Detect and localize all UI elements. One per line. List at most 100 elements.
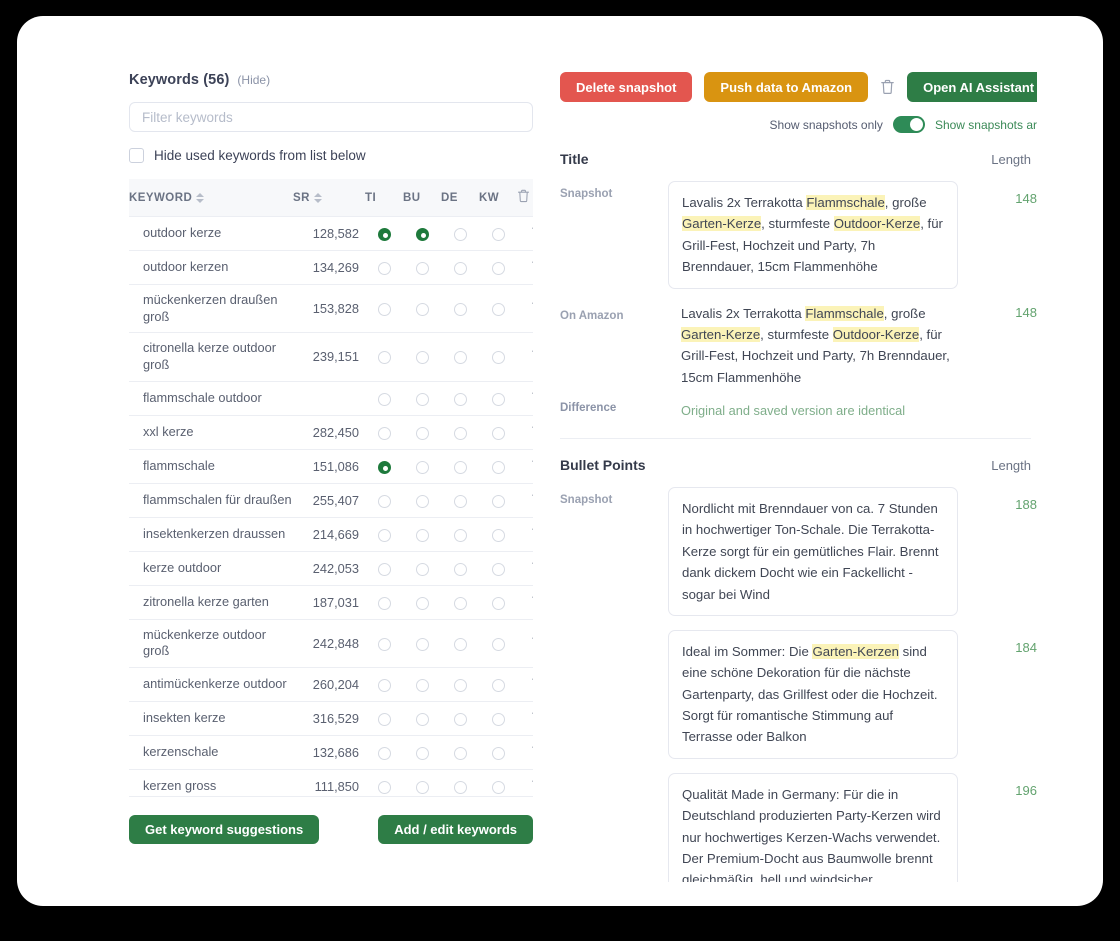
kw-cell[interactable] <box>479 735 517 770</box>
bu-cell[interactable] <box>403 517 441 552</box>
ti-cell[interactable] <box>365 517 403 552</box>
delete-row-cell[interactable] <box>517 449 533 484</box>
de-cell[interactable] <box>441 381 479 416</box>
table-row[interactable]: kerzenschale 132,686 <box>129 735 534 770</box>
delete-row-button[interactable] <box>531 635 534 652</box>
bu-radio[interactable] <box>415 596 429 610</box>
delete-row-button[interactable] <box>531 676 534 693</box>
de-cell[interactable] <box>441 517 479 552</box>
delete-row-cell[interactable] <box>517 216 534 251</box>
de-cell[interactable] <box>441 483 479 518</box>
kw-cell[interactable] <box>479 551 517 586</box>
de-cell[interactable] <box>441 415 479 450</box>
trash-icon[interactable] <box>531 744 534 758</box>
bu-radio[interactable] <box>415 746 429 760</box>
delete-row-button[interactable] <box>531 710 533 727</box>
kw-radio[interactable] <box>491 780 505 794</box>
de-radio[interactable] <box>453 528 467 542</box>
de-cell[interactable] <box>441 619 479 668</box>
bu-cell[interactable] <box>403 415 441 450</box>
bu-radio[interactable] <box>415 528 429 542</box>
trash-icon[interactable] <box>531 390 534 404</box>
kw-cell[interactable] <box>479 381 517 416</box>
bu-radio[interactable] <box>415 392 429 406</box>
de-radio[interactable] <box>453 637 467 651</box>
add-edit-keywords-button[interactable]: Add / edit keywords <box>378 815 533 844</box>
kw-cell[interactable] <box>479 619 517 668</box>
kw-radio[interactable] <box>491 460 505 474</box>
delete-row-button[interactable] <box>531 390 534 407</box>
bullet-point-text[interactable]: Ideal im Sommer: Die Garten-Kerzen sind … <box>668 629 958 759</box>
kw-cell[interactable] <box>479 449 517 484</box>
delete-row-cell[interactable] <box>517 701 533 736</box>
filter-keywords-input[interactable] <box>129 102 533 132</box>
table-row[interactable]: insektenkerzen draussen 214,669 <box>129 517 533 552</box>
de-cell[interactable] <box>441 667 479 702</box>
de-cell[interactable] <box>441 735 479 770</box>
delete-row-cell[interactable] <box>517 381 534 416</box>
bu-radio[interactable] <box>415 303 429 317</box>
bu-radio[interactable] <box>415 494 429 508</box>
delete-row-cell[interactable] <box>517 735 534 770</box>
delete-row-cell[interactable] <box>517 284 534 334</box>
trash-icon[interactable] <box>531 300 534 314</box>
ti-cell[interactable] <box>365 619 403 668</box>
bu-cell[interactable] <box>403 483 441 518</box>
bu-cell[interactable] <box>403 381 441 416</box>
column-delete-all[interactable] <box>517 179 533 217</box>
de-cell[interactable] <box>441 250 479 285</box>
trash-icon[interactable] <box>531 259 534 273</box>
trash-icon[interactable] <box>531 560 534 574</box>
keywords-table-scroll[interactable]: KEYWORD SR TI BU DE KW outdoor kerze 128… <box>129 179 533 797</box>
kw-cell[interactable] <box>479 585 517 620</box>
de-cell[interactable] <box>441 332 479 382</box>
bu-radio[interactable] <box>415 780 429 794</box>
ti-cell[interactable] <box>365 769 403 796</box>
trash-icon[interactable] <box>531 635 534 649</box>
ti-cell[interactable] <box>365 284 403 334</box>
kw-radio[interactable] <box>491 712 505 726</box>
trash-icon[interactable] <box>531 225 534 239</box>
ti-cell[interactable] <box>365 216 403 251</box>
delete-icon-button[interactable] <box>880 79 895 95</box>
ti-radio[interactable] <box>377 596 391 610</box>
ti-radio[interactable] <box>377 460 391 474</box>
de-cell[interactable] <box>441 284 479 334</box>
hide-used-keywords-row[interactable]: Hide used keywords from list below <box>129 148 533 163</box>
ti-cell[interactable] <box>365 483 403 518</box>
de-radio[interactable] <box>453 780 467 794</box>
bu-radio[interactable] <box>415 262 429 276</box>
column-keyword[interactable]: KEYWORD <box>129 179 293 217</box>
de-cell[interactable] <box>441 701 479 736</box>
de-cell[interactable] <box>441 585 479 620</box>
ti-cell[interactable] <box>365 701 403 736</box>
table-row[interactable]: mückenkerzen draußen groß 153,828 <box>129 284 534 334</box>
bu-cell[interactable] <box>403 551 441 586</box>
ti-cell[interactable] <box>365 551 403 586</box>
ti-radio[interactable] <box>377 426 391 440</box>
bu-cell[interactable] <box>403 735 441 770</box>
kw-radio[interactable] <box>491 596 505 610</box>
bu-cell[interactable] <box>403 585 441 620</box>
ti-radio[interactable] <box>377 392 391 406</box>
kw-radio[interactable] <box>491 228 505 242</box>
kw-cell[interactable] <box>479 332 517 382</box>
ti-radio[interactable] <box>377 262 391 276</box>
delete-row-button[interactable] <box>531 300 534 317</box>
kw-radio[interactable] <box>491 637 505 651</box>
bu-cell[interactable] <box>403 701 441 736</box>
kw-radio[interactable] <box>491 746 505 760</box>
kw-cell[interactable] <box>479 216 517 251</box>
trash-icon[interactable] <box>531 676 534 690</box>
ti-cell[interactable] <box>365 381 403 416</box>
ti-radio[interactable] <box>377 678 391 692</box>
ti-cell[interactable] <box>365 415 403 450</box>
trash-icon[interactable] <box>531 424 534 438</box>
column-sr[interactable]: SR <box>293 179 365 217</box>
ti-radio[interactable] <box>377 303 391 317</box>
hide-used-keywords-checkbox[interactable] <box>129 148 144 163</box>
de-radio[interactable] <box>453 562 467 576</box>
table-row[interactable]: zitronella kerze garten 187,031 <box>129 585 533 620</box>
ti-radio[interactable] <box>377 637 391 651</box>
delete-row-button[interactable] <box>531 778 533 795</box>
